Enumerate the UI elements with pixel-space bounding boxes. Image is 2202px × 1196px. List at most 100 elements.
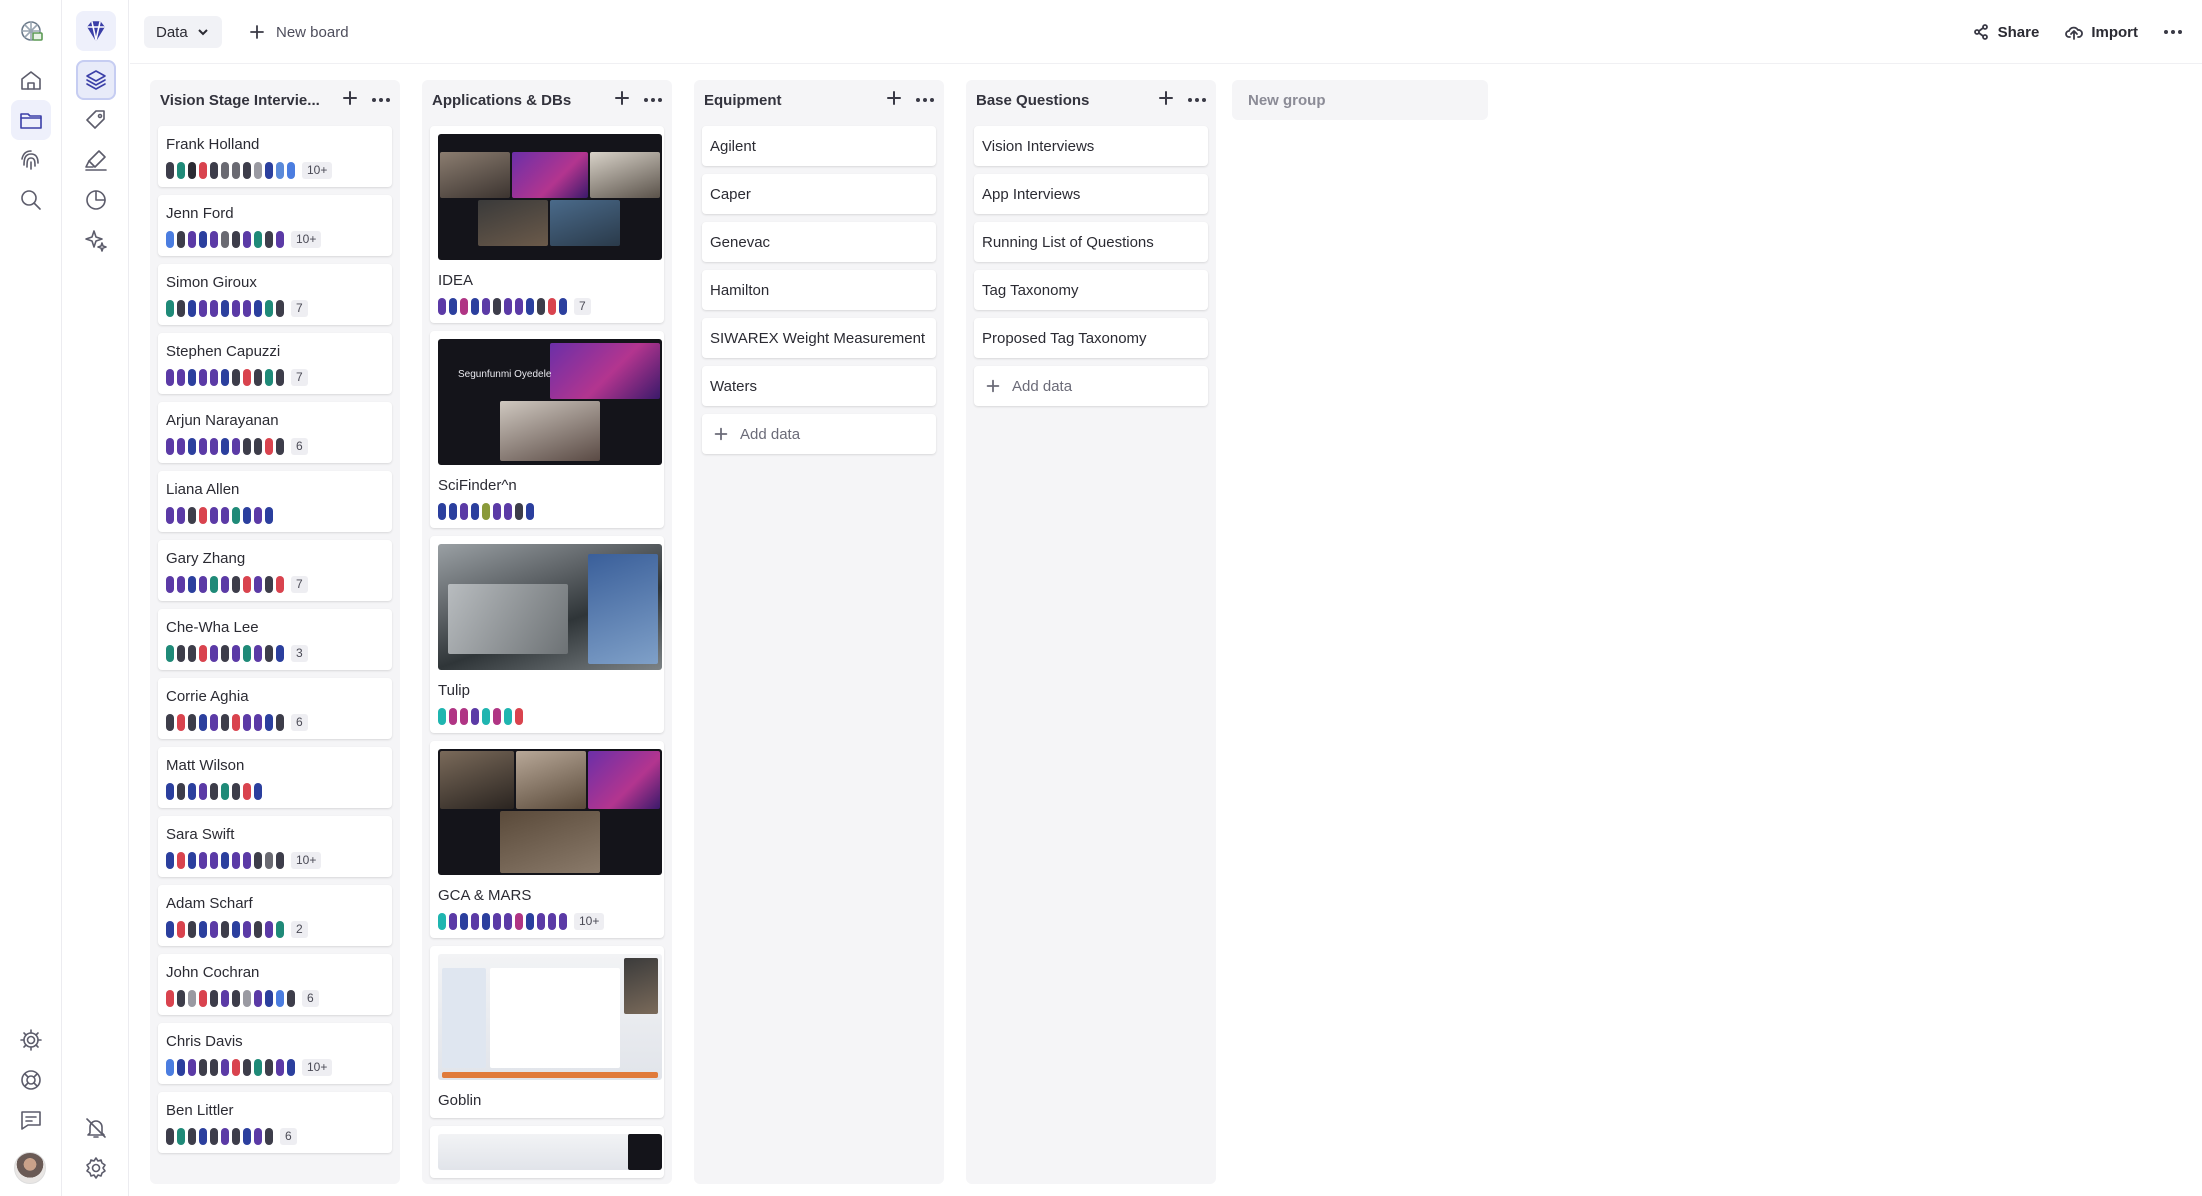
settings-icon[interactable] — [11, 1020, 51, 1060]
asset-card[interactable]: Goblin — [430, 946, 664, 1118]
data-card[interactable]: Running List of Questions — [974, 222, 1208, 262]
home-icon[interactable] — [11, 60, 51, 100]
data-card[interactable]: Caper — [702, 174, 936, 214]
interview-card[interactable]: Chris Davis 10+ — [158, 1023, 392, 1084]
tag-pill — [449, 298, 457, 315]
interview-card[interactable]: Corrie Aghia 6 — [158, 678, 392, 739]
asset-card[interactable]: IDEA 7 — [430, 126, 664, 323]
more-menu-button[interactable] — [2164, 30, 2182, 34]
data-card[interactable]: Tag Taxonomy — [974, 270, 1208, 310]
interview-card[interactable]: John Cochran 6 — [158, 954, 392, 1015]
interview-card[interactable]: Sara Swift 10+ — [158, 816, 392, 877]
data-card[interactable]: Waters — [702, 366, 936, 406]
video-thumbnail[interactable] — [438, 1134, 662, 1170]
project-icon[interactable] — [76, 11, 116, 51]
column-more-icon[interactable] — [1188, 98, 1206, 102]
layers-icon[interactable] — [76, 60, 116, 100]
add-card-button[interactable] — [884, 88, 904, 113]
column-title[interactable]: Equipment — [704, 92, 782, 109]
asset-card[interactable]: Tulip — [430, 536, 664, 733]
tag-pill — [177, 231, 185, 248]
bell-off-icon[interactable] — [76, 1108, 116, 1148]
new-board-button[interactable]: New board — [240, 16, 357, 48]
video-thumbnail[interactable] — [438, 954, 662, 1080]
tag-pill — [559, 298, 567, 315]
interview-card[interactable]: Matt Wilson — [158, 747, 392, 808]
asset-card[interactable] — [430, 1126, 664, 1178]
data-card[interactable]: Agilent — [702, 126, 936, 166]
tag-pill — [177, 438, 185, 455]
tag-pill — [449, 708, 457, 725]
interview-card[interactable]: Liana Allen — [158, 471, 392, 532]
data-dropdown[interactable]: Data — [144, 16, 222, 48]
add-card-button[interactable] — [340, 88, 360, 113]
new-group-button[interactable]: New group — [1232, 80, 1488, 120]
tag-pill — [177, 162, 185, 179]
sparkle-icon[interactable] — [76, 220, 116, 260]
tag-count-badge: 7 — [291, 576, 308, 593]
interview-card[interactable]: Che-Wha Lee 3 — [158, 609, 392, 670]
import-label: Import — [2091, 23, 2138, 41]
column-title[interactable]: Base Questions — [976, 92, 1089, 109]
data-card[interactable]: Proposed Tag Taxonomy — [974, 318, 1208, 358]
chart-icon[interactable] — [76, 180, 116, 220]
tag-count-badge: 3 — [291, 645, 308, 662]
import-button[interactable]: Import — [2065, 23, 2138, 41]
add-card-button[interactable] — [1156, 88, 1176, 113]
tag-pill — [166, 300, 174, 317]
video-thumbnail[interactable] — [438, 749, 662, 875]
search-icon[interactable] — [11, 180, 51, 220]
asset-card[interactable]: Segunfunmi Oyedele SciFinder^n — [430, 331, 664, 528]
tag-strip: 6 — [166, 714, 384, 731]
folder-icon[interactable] — [11, 100, 51, 140]
add-data-button[interactable]: Add data — [974, 366, 1208, 406]
column-more-icon[interactable] — [644, 98, 662, 102]
interview-card[interactable]: Jenn Ford 10+ — [158, 195, 392, 256]
data-card[interactable]: Vision Interviews — [974, 126, 1208, 166]
column-more-icon[interactable] — [916, 98, 934, 102]
interview-card[interactable]: Simon Giroux 7 — [158, 264, 392, 325]
interview-card[interactable]: Gary Zhang 7 — [158, 540, 392, 601]
gear-icon[interactable] — [76, 1148, 116, 1188]
card-title: Arjun Narayanan — [166, 412, 279, 429]
add-data-button[interactable]: Add data — [702, 414, 936, 454]
tag-pill — [287, 162, 295, 179]
logo-icon[interactable] — [11, 11, 51, 51]
interview-card[interactable]: Arjun Narayanan 6 — [158, 402, 392, 463]
interview-card[interactable]: Ben Littler 6 — [158, 1092, 392, 1153]
data-card[interactable]: Genevac — [702, 222, 936, 262]
tag-strip: 3 — [166, 645, 384, 662]
chat-icon[interactable] — [11, 1100, 51, 1140]
tag-pill — [254, 645, 262, 662]
column-title[interactable]: Applications & DBs — [432, 92, 571, 109]
data-card[interactable]: Hamilton — [702, 270, 936, 310]
share-button[interactable]: Share — [1972, 23, 2039, 41]
highlight-icon[interactable] — [76, 140, 116, 180]
video-thumbnail[interactable] — [438, 134, 662, 260]
video-thumbnail[interactable] — [438, 544, 662, 670]
interview-card[interactable]: Stephen Capuzzi 7 — [158, 333, 392, 394]
data-card[interactable]: SIWAREX Weight Measurement — [702, 318, 936, 358]
tag-pill — [188, 576, 196, 593]
column-title[interactable]: Vision Stage Intervie... — [160, 92, 320, 109]
tag-pill — [210, 645, 218, 662]
add-card-button[interactable] — [612, 88, 632, 113]
interview-card[interactable]: Frank Holland 10+ — [158, 126, 392, 187]
tag-pill — [199, 369, 207, 386]
tag-pill — [166, 714, 174, 731]
help-icon[interactable] — [11, 1060, 51, 1100]
column-actions — [1156, 88, 1206, 113]
interview-card[interactable]: Adam Scharf 2 — [158, 885, 392, 946]
column-more-icon[interactable] — [372, 98, 390, 102]
data-card[interactable]: App Interviews — [974, 174, 1208, 214]
video-thumbnail[interactable]: Segunfunmi Oyedele — [438, 339, 662, 465]
tag-pill — [471, 913, 479, 930]
fingerprint-icon[interactable] — [11, 140, 51, 180]
tag-pill — [276, 438, 284, 455]
asset-card[interactable]: GCA & MARS 10+ — [430, 741, 664, 938]
column-header: Applications & DBs — [422, 80, 672, 120]
tag-icon[interactable] — [76, 100, 116, 140]
card-title: Corrie Aghia — [166, 688, 249, 705]
tag-pill — [199, 1059, 207, 1076]
avatar[interactable] — [14, 1152, 46, 1184]
